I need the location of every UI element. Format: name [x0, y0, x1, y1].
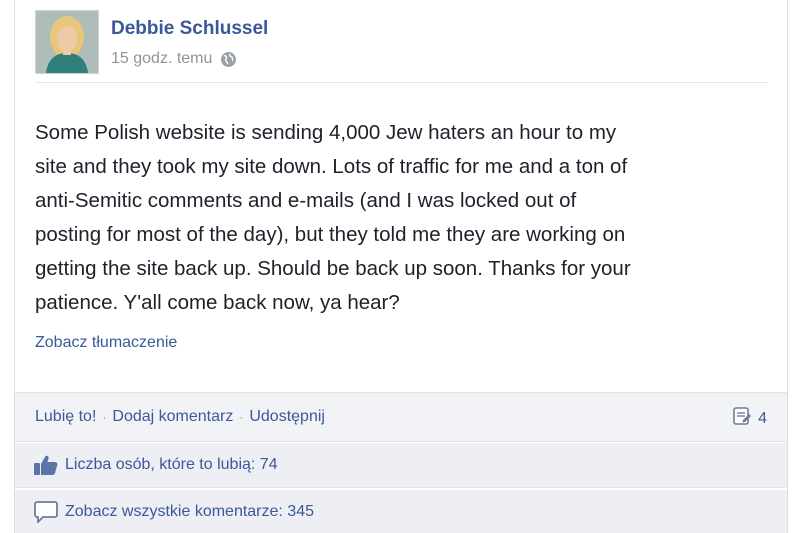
- share-count[interactable]: 4: [732, 406, 767, 431]
- likes-count-link[interactable]: Liczba osób, które to lubią: 74: [65, 456, 278, 474]
- facebook-post: Debbie Schlussel 15 godz. temu Some Poli…: [14, 0, 788, 533]
- globe-icon[interactable]: [220, 51, 237, 68]
- action-links: Lubię to! · Dodaj komentarz · Udostępnij: [35, 408, 325, 426]
- action-separator: ·: [239, 410, 244, 424]
- avatar-portrait-icon: [36, 11, 98, 73]
- post-body-text: Some Polish website is sending 4,000 Jew…: [35, 121, 631, 314]
- share-count-value: 4: [758, 409, 767, 427]
- action-separator: ·: [102, 410, 107, 424]
- share-button[interactable]: Udostępnij: [249, 408, 325, 426]
- author-avatar[interactable]: [35, 10, 99, 74]
- likes-summary-row: Liczba osób, które to lubią: 74: [15, 443, 787, 488]
- add-comment-button[interactable]: Dodaj komentarz: [112, 408, 233, 426]
- author-name-link[interactable]: Debbie Schlussel: [111, 18, 268, 40]
- header-divider: [35, 82, 767, 83]
- comments-summary-row: Zobacz wszystkie komentarze: 345: [15, 490, 787, 533]
- post-timestamp[interactable]: 15 godz. temu: [111, 50, 212, 68]
- see-translation-link[interactable]: Zobacz tłumaczenie: [35, 334, 177, 352]
- post-actions-bar: Lubię to! · Dodaj komentarz · Udostępnij…: [15, 392, 787, 442]
- like-button[interactable]: Lubię to!: [35, 408, 96, 426]
- post-meta: 15 godz. temu: [111, 50, 237, 68]
- shares-icon: [732, 406, 752, 431]
- comment-bubble-icon: [33, 500, 59, 524]
- thumbs-up-icon: [33, 454, 59, 476]
- view-all-comments-link[interactable]: Zobacz wszystkie komentarze: 345: [65, 503, 314, 521]
- post-header: Debbie Schlussel 15 godz. temu: [35, 10, 767, 82]
